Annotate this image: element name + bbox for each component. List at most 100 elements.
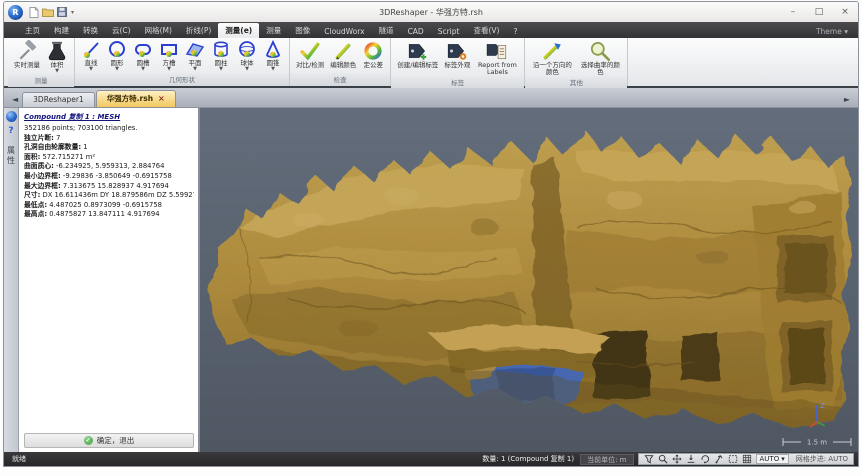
- ring-icon: [362, 40, 384, 62]
- panel-line: 最高点: 0.4875827 13.847111 4.917694: [24, 210, 194, 220]
- edit-colors-button[interactable]: 编辑颜色: [327, 39, 359, 73]
- tab-transform[interactable]: 转换: [76, 23, 105, 38]
- status-ready: 就绪: [12, 454, 26, 464]
- live-measure-button[interactable]: 实时测量: [11, 39, 43, 74]
- open-folder-icon[interactable]: [42, 7, 54, 17]
- create-edit-label-button[interactable]: 创建/编辑标签: [394, 39, 441, 76]
- check-icon: [299, 40, 321, 62]
- tab-scroll-right-icon[interactable]: ►: [840, 95, 854, 107]
- panel-line: 最小边界框: -9.29836 -3.850649 -0.6915758: [24, 172, 194, 182]
- ribbon-group-labels: 创建/编辑标签 标签外观 Report fr: [391, 38, 525, 86]
- tab-cad[interactable]: CAD: [401, 25, 431, 38]
- magnifier-icon: [588, 40, 612, 62]
- auto-scale-dropdown[interactable]: AUTO ▾: [756, 454, 789, 464]
- label-appearance-button[interactable]: 标签外观: [441, 39, 473, 76]
- minimize-button[interactable]: –: [780, 4, 806, 20]
- help-icon[interactable]: ?: [8, 126, 13, 136]
- viewport-3d[interactable]: Z 1.5 m: [200, 108, 858, 452]
- status-bar: 就绪 数量: 1 (Compound 复制 1) 当前单位: m AUTO ▾ …: [4, 452, 858, 466]
- gravity-icon[interactable]: [686, 454, 696, 464]
- chevron-down-icon[interactable]: ▼: [271, 67, 275, 72]
- title-bar: R ▾ 3DReshaper - 华强方特.rsh – □ ×: [4, 2, 858, 22]
- doc-tab-inactive[interactable]: 3DReshaper1: [22, 92, 95, 107]
- tag-gear-icon: [445, 40, 469, 62]
- filter-icon[interactable]: [644, 454, 654, 464]
- ribbon-tab-bar: 主页 构建 转换 云(C) 网格(M) 折线(P) 测量(e) 测量 图像 Cl…: [4, 22, 858, 38]
- tab-polyline[interactable]: 折线(P): [179, 23, 218, 38]
- chevron-down-icon[interactable]: ▼: [141, 67, 145, 72]
- save-icon[interactable]: [57, 7, 67, 17]
- circle-button[interactable]: 圆形▼: [104, 39, 130, 73]
- chevron-down-icon[interactable]: ▼: [193, 67, 197, 72]
- mesh-title: Compound 复制 1 : MESH: [24, 112, 194, 122]
- group-label-inspect: 检查: [290, 73, 390, 86]
- status-tool-strip: AUTO ▾ 网格步进: AUTO: [638, 453, 855, 465]
- ribbon-group-inspect: 对比/检测 编辑颜色 定公差 检查: [290, 38, 391, 86]
- tab-measure-active[interactable]: 测量(e): [218, 23, 259, 38]
- maximize-button[interactable]: □: [806, 4, 832, 20]
- slope-color-button[interactable]: 选择曲率的颜色: [576, 39, 624, 76]
- line-button[interactable]: 直线▼: [78, 39, 104, 73]
- tolerance-button[interactable]: 定公差: [359, 39, 387, 73]
- tab-cloud[interactable]: 云(C): [105, 23, 138, 38]
- direction-color-icon: [541, 40, 563, 62]
- chevron-down-icon[interactable]: ▼: [219, 67, 223, 72]
- app-logo-icon[interactable]: R: [8, 5, 23, 20]
- plane-button[interactable]: 平面▼: [182, 39, 208, 73]
- check-circle-icon: ✓: [84, 436, 93, 445]
- tab-help[interactable]: ?: [506, 25, 524, 38]
- new-document-icon[interactable]: [29, 7, 39, 18]
- scale-label: 1.5 m: [807, 439, 827, 447]
- window-controls: – □ ×: [780, 4, 858, 20]
- zoom-select-icon[interactable]: [658, 454, 668, 464]
- ribbon-group-geometry: 直线▼ 圆形▼ 圆槽▼: [75, 38, 290, 86]
- grid-icon[interactable]: [742, 454, 752, 464]
- color-along-direction-button[interactable]: 沿一个方向的颜色: [528, 39, 576, 76]
- chevron-down-icon[interactable]: ▼: [115, 67, 119, 72]
- tab-script[interactable]: Script: [431, 25, 467, 38]
- close-button[interactable]: ×: [832, 4, 858, 20]
- tab-mesh[interactable]: 网格(M): [138, 23, 179, 38]
- tab-close-icon[interactable]: ×: [158, 94, 165, 103]
- selection-box-icon[interactable]: [728, 454, 738, 464]
- info-sphere-icon[interactable]: [6, 111, 17, 122]
- properties-rail-tab[interactable]: 属性: [6, 146, 17, 166]
- cylinder-button[interactable]: 圆柱▼: [208, 39, 234, 73]
- current-unit[interactable]: 当前单位: m: [580, 454, 633, 465]
- tab-construct[interactable]: 构建: [47, 23, 76, 38]
- confirm-exit-button[interactable]: ✓ 确定，退出: [24, 433, 194, 448]
- panel-line: 最低点: 4.487025 0.8973099 -0.6915758: [24, 201, 194, 211]
- chevron-down-icon[interactable]: ▼: [89, 67, 93, 72]
- rotate-icon[interactable]: [700, 454, 710, 464]
- panel-line: 独立片断: 7: [24, 134, 194, 144]
- tab-home[interactable]: 主页: [18, 23, 47, 38]
- tab-tunnel[interactable]: 隧道: [372, 23, 401, 38]
- tab-scroll-left-icon[interactable]: ◄: [8, 95, 22, 107]
- chevron-down-icon[interactable]: ▼: [245, 67, 249, 72]
- snap-icon[interactable]: [714, 454, 724, 464]
- tab-cloudworx[interactable]: CloudWorx: [317, 25, 371, 38]
- compare-inspect-button[interactable]: 对比/检测: [293, 39, 327, 73]
- qat-customize-caret[interactable]: ▾: [71, 9, 74, 16]
- tab-view[interactable]: 查看(V): [466, 23, 506, 38]
- rectangular-slot-button[interactable]: 方槽▼: [156, 39, 182, 73]
- volume-button[interactable]: 体积 ▼: [43, 39, 71, 74]
- plane-icon: [185, 40, 205, 60]
- circular-slot-icon: [133, 40, 153, 60]
- tab-image[interactable]: 图像: [288, 23, 317, 38]
- move-icon[interactable]: [672, 454, 682, 464]
- chevron-down-icon[interactable]: ▼: [167, 67, 171, 72]
- theme-menu[interactable]: Theme ▾: [812, 25, 852, 38]
- cone-button[interactable]: 圆锥▼: [260, 39, 286, 73]
- desktop: R ▾ 3DReshaper - 华强方特.rsh – □ × 主页 构建 转换…: [0, 0, 862, 476]
- sphere-button[interactable]: 球体▼: [234, 39, 260, 73]
- beaker-icon: [46, 40, 68, 62]
- mesh-3d-model[interactable]: [200, 108, 858, 452]
- cylinder-icon: [211, 40, 231, 60]
- axis-triad: Z: [802, 400, 832, 430]
- doc-tab-active[interactable]: 华强方特.rsh ×: [96, 90, 176, 107]
- window-title: 3DReshaper - 华强方特.rsh: [4, 7, 858, 18]
- tab-measure2[interactable]: 测量: [259, 23, 288, 38]
- circular-slot-button[interactable]: 圆槽▼: [130, 39, 156, 73]
- report-from-labels-button[interactable]: Report from Labels: [473, 39, 521, 76]
